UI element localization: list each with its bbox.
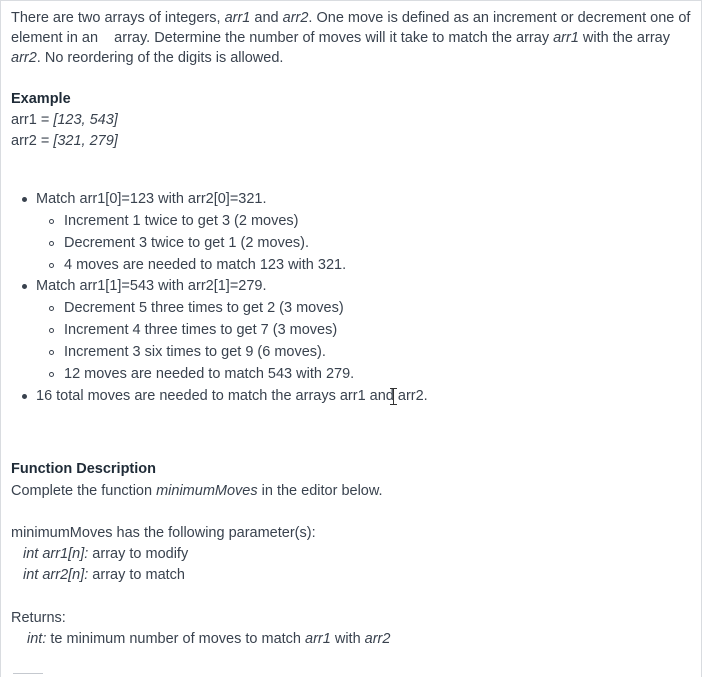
intro-text: . No reordering of the digits is allowed… — [36, 50, 284, 66]
intro-text: There are two arrays of integers, — [11, 10, 225, 26]
sub-bullet-circle — [49, 241, 54, 246]
var-arr2: arr2 — [282, 10, 309, 26]
parameter-desc: array to modify — [88, 546, 189, 562]
sub-bullet-circle — [49, 306, 54, 311]
example-label: arr2 = — [11, 133, 54, 149]
sub-bullet-item: 12 moves are needed to match 543 with 27… — [64, 366, 355, 382]
bullet-item: 16 total moves are needed to match the a… — [36, 388, 428, 404]
returns-text: with — [330, 631, 365, 647]
var-arr2: arr2 — [364, 631, 391, 647]
sub-bullet-circle — [49, 372, 54, 377]
function-description-heading: Function Description — [11, 461, 156, 477]
example-label: arr1 = — [11, 112, 54, 128]
returns-description: int: te minimum number of moves to match… — [27, 630, 390, 649]
problem-intro: There are two arrays of integers, arr1 a… — [11, 8, 691, 68]
parameter-arr2: int arr2[n]: array to match — [23, 566, 185, 585]
var-arr1: arr1 — [305, 631, 331, 647]
sub-bullet-circle — [49, 263, 54, 268]
parameters-intro: minimumMoves has the following parameter… — [11, 525, 316, 541]
parameter-arr1: int arr1[n]: array to modify — [23, 545, 188, 564]
sub-bullet-circle — [49, 350, 54, 355]
parameter-desc: array to match — [88, 567, 185, 583]
description-text: Complete the function — [11, 483, 157, 499]
example-value: [321, 279] — [53, 133, 118, 149]
example-heading: Example — [11, 91, 71, 107]
sub-bullet-item: 4 moves are needed to match 123 with 321… — [64, 257, 347, 273]
returns-text: te minimum number of moves to match — [46, 631, 306, 647]
sub-bullet-item: Increment 4 three times to get 7 (3 move… — [64, 322, 338, 338]
parameter-name: int arr2[n]: — [23, 567, 89, 583]
problem-statement-panel: There are two arrays of integers, arr1 a… — [0, 0, 702, 677]
sub-bullet-item: Decrement 3 twice to get 1 (2 moves). — [64, 235, 309, 251]
bullet-dot — [22, 197, 27, 202]
sub-bullet-item: Increment 3 six times to get 9 (6 moves)… — [64, 344, 326, 360]
intro-text: and — [250, 10, 283, 26]
var-arr1: arr1 — [553, 30, 579, 46]
var-arr1: arr1 — [224, 10, 251, 26]
example-value: [123, 543] — [53, 112, 118, 128]
bullet-item: Match arr1[0]=123 with arr2[0]=321. — [36, 191, 267, 207]
sub-bullet-item: Increment 1 twice to get 3 (2 moves) — [64, 213, 299, 229]
bullet-item: Match arr1[1]=543 with arr2[1]=279. — [36, 278, 267, 294]
bullet-dot — [22, 284, 27, 289]
example-arr1: arr1 = [123, 543] — [11, 111, 118, 130]
intro-text: with the array — [578, 30, 670, 46]
sub-bullet-circle — [49, 219, 54, 224]
returns-heading: Returns: — [11, 610, 66, 626]
sub-bullet-circle — [49, 328, 54, 333]
function-name: minimumMoves — [156, 483, 258, 499]
section-divider — [13, 673, 43, 674]
return-type: int: — [27, 631, 47, 647]
sub-bullet-item: Decrement 5 three times to get 2 (3 move… — [64, 300, 344, 316]
function-description-text: Complete the function minimumMoves in th… — [11, 482, 383, 501]
var-arr2: arr2 — [11, 50, 37, 66]
bullet-dot — [22, 394, 27, 399]
parameter-name: int arr1[n]: — [23, 546, 89, 562]
text-cursor-icon — [390, 387, 397, 407]
example-arr2: arr2 = [321, 279] — [11, 132, 118, 151]
description-text: in the editor below. — [257, 483, 383, 499]
